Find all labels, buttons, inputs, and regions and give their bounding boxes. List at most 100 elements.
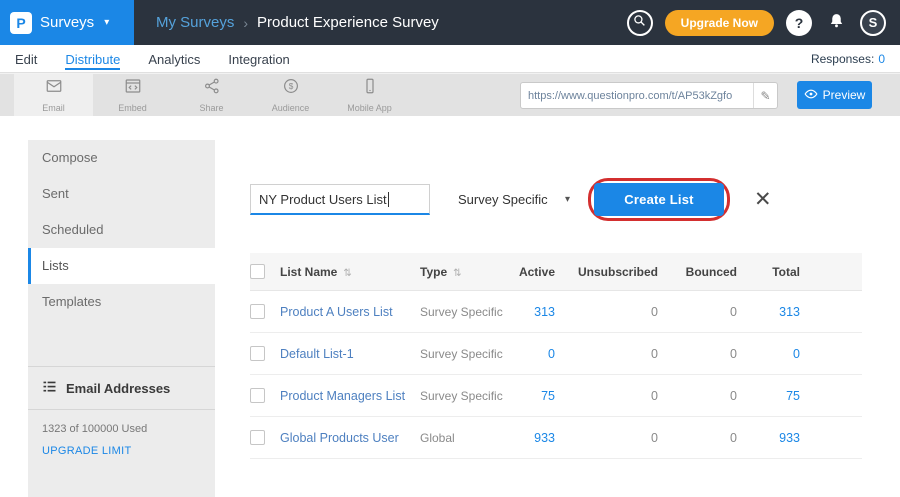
- tab-integration[interactable]: Integration: [228, 48, 289, 70]
- tab-distribute[interactable]: Distribute: [65, 48, 120, 70]
- top-bar: P Surveys ▾ My Surveys › Product Experie…: [0, 0, 900, 45]
- row-checkbox[interactable]: [250, 304, 265, 319]
- svg-text:$: $: [288, 82, 293, 91]
- toolbar-item-audience[interactable]: $ Audience: [251, 74, 330, 116]
- active-count[interactable]: 0: [510, 347, 555, 361]
- search-icon: [633, 14, 646, 32]
- breadcrumb: My Surveys › Product Experience Survey: [156, 14, 439, 31]
- user-avatar[interactable]: S: [860, 10, 886, 36]
- responses-count[interactable]: Responses: 0: [811, 52, 885, 66]
- list-type-cell: Survey Specific: [420, 389, 510, 403]
- text-cursor: [388, 192, 389, 207]
- tab-edit[interactable]: Edit: [15, 48, 37, 70]
- annotation-highlight: Create List: [588, 178, 730, 221]
- email-addresses-title: Email Addresses: [66, 381, 170, 396]
- select-all-checkbox[interactable]: [250, 264, 265, 279]
- upgrade-now-button[interactable]: Upgrade Now: [665, 10, 774, 36]
- sort-icon[interactable]: ⇅: [343, 268, 351, 279]
- active-count[interactable]: 313: [510, 305, 555, 319]
- list-type-value: Survey Specific: [458, 192, 548, 207]
- preview-label: Preview: [823, 88, 866, 102]
- active-count[interactable]: 75: [510, 389, 555, 403]
- list-name-link[interactable]: Default List-1: [280, 347, 354, 361]
- total-count[interactable]: 75: [737, 389, 800, 403]
- create-list-row: NY Product Users List Survey Specific ▾ …: [250, 178, 772, 221]
- row-checkbox[interactable]: [250, 430, 265, 445]
- questionpro-logo: P: [10, 12, 32, 34]
- total-count[interactable]: 933: [737, 431, 800, 445]
- sidebar-item-lists[interactable]: Lists: [28, 248, 215, 284]
- column-header-type[interactable]: Type ⇅: [420, 265, 510, 279]
- email-usage-text: 1323 of 100000 Used: [28, 410, 215, 439]
- unsubscribed-count: 0: [555, 389, 658, 403]
- chevron-down-icon: ▾: [565, 194, 570, 205]
- lists-panel: NY Product Users List Survey Specific ▾ …: [215, 117, 872, 497]
- column-header-active: Active: [510, 265, 555, 279]
- topbar-actions: Upgrade Now ? S: [627, 10, 900, 36]
- row-checkbox[interactable]: [250, 388, 265, 403]
- page-title: Product Experience Survey: [257, 14, 439, 31]
- list-name-link[interactable]: Product Managers List: [280, 389, 405, 403]
- toolbar-label-email: Email: [42, 103, 65, 113]
- toolbar-item-embed[interactable]: Embed: [93, 74, 172, 116]
- embed-icon: [124, 77, 142, 100]
- bounced-count: 0: [658, 305, 737, 319]
- list-type-cell: Survey Specific: [420, 347, 510, 361]
- toolbar-label-embed: Embed: [118, 103, 147, 113]
- toolbar-item-share[interactable]: Share: [172, 74, 251, 116]
- table-row: Product Managers List Survey Specific 75…: [250, 375, 862, 417]
- lists-table: List Name⇅ Type⇅ Active Unsubscribed Bou…: [250, 253, 862, 459]
- email-icon: [45, 77, 63, 100]
- column-header-total: Total: [737, 265, 800, 279]
- sort-icon[interactable]: ⇅: [453, 268, 461, 279]
- sidebar-item-templates[interactable]: Templates: [28, 284, 215, 320]
- survey-url-input[interactable]: https://www.questionpro.com/t/AP53kZgfo: [521, 90, 753, 102]
- toolbar-item-mobile-app[interactable]: Mobile App: [330, 74, 409, 116]
- list-type-select[interactable]: Survey Specific ▾: [458, 192, 570, 207]
- bell-icon: [828, 12, 845, 34]
- eye-icon: [804, 87, 818, 104]
- responses-value: 0: [878, 52, 885, 66]
- survey-url-box: https://www.questionpro.com/t/AP53kZgfo …: [520, 82, 778, 109]
- audience-icon: $: [282, 77, 300, 100]
- create-list-button[interactable]: Create List: [594, 183, 724, 216]
- close-icon[interactable]: ✕: [754, 189, 772, 210]
- preview-button[interactable]: Preview: [797, 81, 872, 109]
- toolbar-label-audience: Audience: [272, 103, 310, 113]
- column-header-bounced: Bounced: [658, 265, 737, 279]
- toolbar-item-email[interactable]: Email: [14, 74, 93, 116]
- list-name-link[interactable]: Global Products User: [280, 431, 399, 445]
- search-button[interactable]: [627, 10, 653, 36]
- total-count[interactable]: 313: [737, 305, 800, 319]
- total-count[interactable]: 0: [737, 347, 800, 361]
- sidebar-item-scheduled[interactable]: Scheduled: [28, 212, 215, 248]
- tab-analytics[interactable]: Analytics: [148, 48, 200, 70]
- sidebar-item-compose[interactable]: Compose: [28, 140, 215, 176]
- list-name-input[interactable]: NY Product Users List: [250, 184, 430, 215]
- active-count[interactable]: 933: [510, 431, 555, 445]
- sidebar-item-sent[interactable]: Sent: [28, 176, 215, 212]
- list-name-link[interactable]: Product A Users List: [280, 305, 393, 319]
- email-addresses-section: Email Addresses 1323 of 100000 Used UPGR…: [28, 366, 215, 463]
- notifications-button[interactable]: [824, 11, 848, 35]
- unsubscribed-count: 0: [555, 305, 658, 319]
- bounced-count: 0: [658, 389, 737, 403]
- table-row: Product A Users List Survey Specific 313…: [250, 291, 862, 333]
- breadcrumb-separator: ›: [243, 15, 248, 31]
- list-name-value: NY Product Users List: [259, 192, 387, 207]
- product-switcher[interactable]: P Surveys ▾: [0, 0, 134, 45]
- responses-label: Responses:: [811, 52, 874, 66]
- breadcrumb-my-surveys[interactable]: My Surveys: [156, 14, 234, 31]
- bounced-count: 0: [658, 347, 737, 361]
- table-row: Default List-1 Survey Specific 0 0 0 0: [250, 333, 862, 375]
- help-button[interactable]: ?: [786, 10, 812, 36]
- survey-nav: Edit Distribute Analytics Integration Re…: [0, 45, 900, 73]
- bounced-count: 0: [658, 431, 737, 445]
- toolbar-label-mobile-app: Mobile App: [347, 103, 392, 113]
- row-checkbox[interactable]: [250, 346, 265, 361]
- header-type-label: Type: [420, 265, 447, 279]
- upgrade-limit-link[interactable]: UPGRADE LIMIT: [28, 439, 215, 463]
- edit-url-button[interactable]: ✎: [753, 83, 777, 108]
- column-header-list-name[interactable]: List Name⇅: [280, 265, 420, 279]
- email-sidebar: Compose Sent Scheduled Lists Templates E…: [28, 140, 215, 497]
